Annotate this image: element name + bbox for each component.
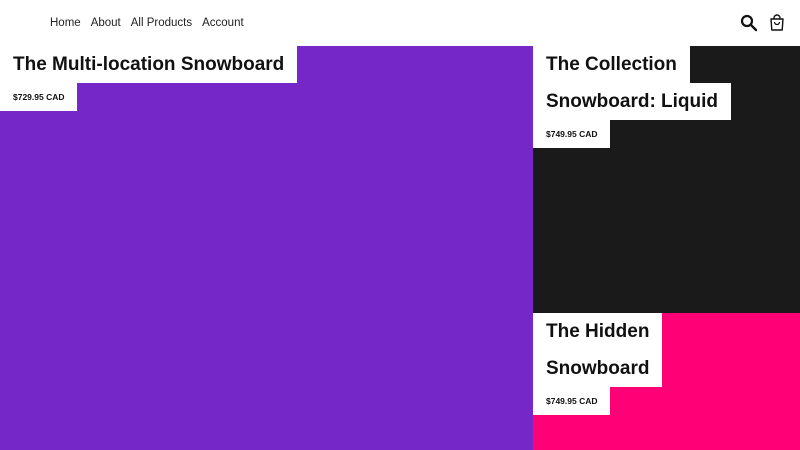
- search-icon[interactable]: [740, 14, 758, 32]
- product-title[interactable]: The Multi-location Snowboard: [0, 46, 298, 83]
- shopping-bag-icon[interactable]: [768, 14, 786, 32]
- product-title-line-2[interactable]: Snowboard: Liquid: [533, 83, 732, 120]
- product-price: $749.95 CAD: [533, 387, 610, 415]
- nav-account-link[interactable]: Account: [202, 16, 244, 30]
- product-card-caption: The Multi-location Snowboard $729.95 CAD: [0, 46, 298, 111]
- product-price: $749.95 CAD: [533, 120, 610, 148]
- nav-home-link[interactable]: Home: [50, 16, 81, 30]
- product-card-hidden-snowboard[interactable]: The Hidden Snowboard $749.95 CAD: [533, 313, 800, 450]
- product-title-line-1[interactable]: The Hidden: [533, 313, 663, 350]
- product-card-collection-liquid[interactable]: The Collection Snowboard: Liquid $749.95…: [533, 46, 800, 313]
- product-card-caption: The Collection Snowboard: Liquid $749.95…: [533, 46, 732, 148]
- site-header: Home About All Products Account: [0, 0, 800, 46]
- product-card-multi-location[interactable]: The Multi-location Snowboard $729.95 CAD: [0, 46, 533, 450]
- header-actions: [740, 14, 786, 32]
- main-nav: Home About All Products Account: [50, 16, 244, 30]
- product-price: $729.95 CAD: [0, 83, 77, 111]
- nav-about-link[interactable]: About: [91, 16, 121, 30]
- product-title-line-2[interactable]: Snowboard: [533, 350, 663, 387]
- product-card-caption: The Hidden Snowboard $749.95 CAD: [533, 313, 663, 415]
- product-title-line-1[interactable]: The Collection: [533, 46, 690, 83]
- nav-all-products-link[interactable]: All Products: [131, 16, 192, 30]
- storefront-page: Home About All Products Account The Mult…: [0, 0, 800, 450]
